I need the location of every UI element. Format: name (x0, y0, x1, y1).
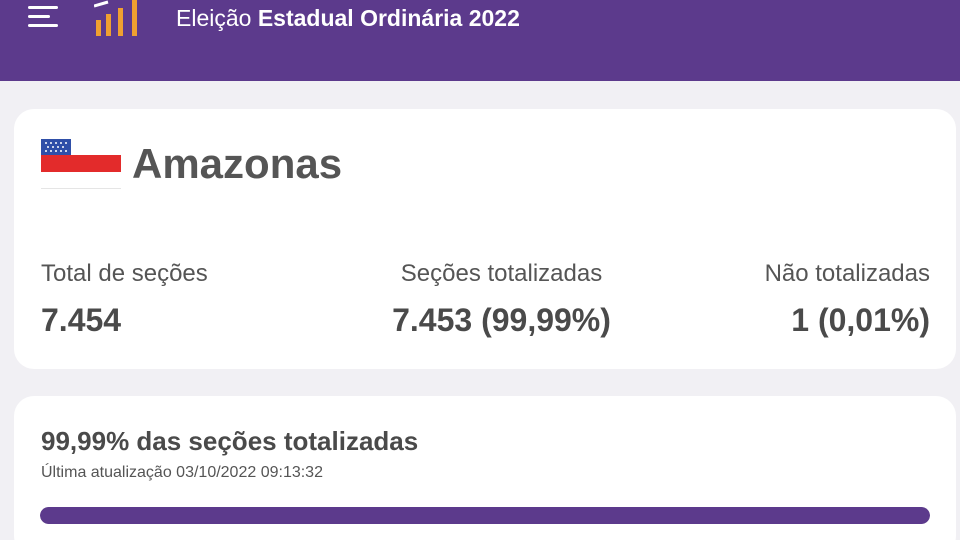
hamburger-menu-icon[interactable] (28, 6, 58, 30)
stat-label-total: Total de seções (41, 260, 208, 287)
last-update-timestamp: Última atualização 03/10/2022 09:13:32 (41, 464, 323, 481)
stat-label-not-totalized: Não totalizadas (764, 260, 930, 287)
progress-bar-fill (40, 507, 930, 524)
bar-chart-logo-icon (94, 0, 137, 36)
progress-bar (40, 507, 930, 524)
state-summary-card: Amazonas Total de seções 7.454 Seções to… (14, 109, 956, 369)
stat-label-totalized: Seções totalizadas (400, 260, 603, 287)
stat-value-not-totalized: 1 (0,01%) (791, 302, 930, 338)
progress-card: 99,99% das seções totalizadas Última atu… (14, 396, 956, 540)
top-header-bar: Eleição Estadual Ordinária 2022 (0, 0, 960, 81)
state-name: Amazonas (132, 140, 343, 187)
stat-value-total: 7.454 (41, 302, 122, 338)
title-main: Estadual Ordinária 2022 (257, 5, 520, 31)
progress-title: 99,99% das seções totalizadas (41, 426, 419, 456)
stat-value-totalized: 7.453 (99,99%) (392, 302, 611, 338)
page-title: Eleição Estadual Ordinária 2022 (176, 4, 520, 34)
amazonas-flag-icon (41, 139, 121, 189)
title-prefix: Eleição (176, 5, 252, 31)
